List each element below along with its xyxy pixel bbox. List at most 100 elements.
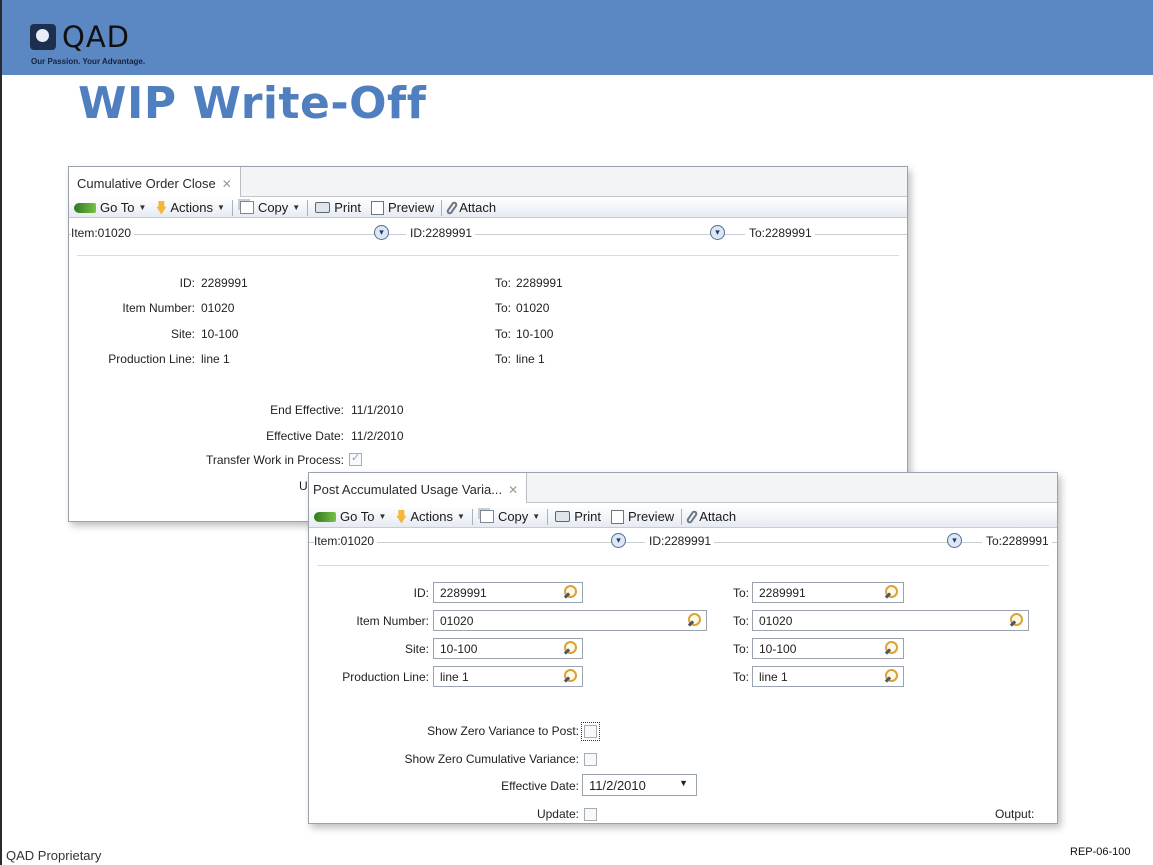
logo-tagline: Our Passion. Your Advantage. [31, 57, 146, 66]
effective-date-select[interactable]: 11/2/2010 ▼ [582, 774, 697, 796]
print-button[interactable]: Print [310, 200, 366, 215]
toolbar: Go To ▼ Actions ▼ Copy ▼ Print Preview A… [69, 198, 907, 218]
item-number-label: Item Number: [356, 614, 429, 628]
site-to-value: 10-100 [759, 642, 797, 656]
print-label: Print [334, 200, 361, 215]
lookup-magnifier-icon[interactable] [687, 613, 701, 627]
copy-label: Copy [257, 200, 289, 215]
preview-icon [610, 509, 624, 524]
site-from-input[interactable]: 10-100 [433, 638, 583, 659]
post-accumulated-usage-variance-window: Post Accumulated Usage Varia... ✕ Go To ▼… [308, 472, 1058, 824]
qad-logo-icon [30, 24, 56, 50]
item-number-from-input[interactable]: 01020 [433, 610, 707, 631]
item-number-label: Item Number: [122, 301, 195, 315]
filter-id: ID:2289991 [406, 226, 476, 240]
copy-button[interactable]: Copy ▼ [475, 509, 545, 524]
copy-icon [479, 510, 494, 523]
site-value: 10-100 [201, 327, 239, 341]
paperclip-icon [445, 200, 459, 215]
close-icon[interactable]: ✕ [222, 177, 232, 191]
actions-button[interactable]: Actions ▼ [391, 509, 470, 524]
output-label: Output: [995, 807, 1035, 821]
filter-summary-row: Item:01020 ▾ ID:2289991 ▾ To:2289991 [309, 533, 1057, 550]
printer-icon [555, 511, 571, 522]
id-to-input[interactable]: 2289991 [752, 582, 904, 603]
chevron-down-icon[interactable]: ▾ [374, 225, 389, 240]
production-line-from-input[interactable]: line 1 [433, 666, 583, 687]
filter-id: ID:2289991 [645, 534, 715, 548]
site-to-label: To: [494, 327, 511, 341]
site-to-input[interactable]: 10-100 [752, 638, 904, 659]
preview-label: Preview [627, 509, 675, 524]
cumulative-order-close-window: Cumulative Order Close ✕ Go To ▼ Actions … [68, 166, 908, 522]
header-band [2, 0, 1153, 75]
end-effective-label: End Effective: [270, 403, 344, 417]
goto-arrow-icon [314, 511, 336, 522]
lookup-magnifier-icon[interactable] [1009, 613, 1023, 627]
attach-button[interactable]: Attach [684, 509, 741, 524]
goto-button[interactable]: Go To ▼ [309, 509, 391, 524]
production-line-to-input[interactable]: line 1 [752, 666, 904, 687]
production-line-from-value: line 1 [440, 670, 469, 684]
id-label: ID: [179, 276, 195, 290]
dropdown-caret-icon: ▼ [378, 512, 387, 521]
dropdown-caret-icon: ▼ [457, 512, 465, 521]
actions-button[interactable]: Actions ▼ [151, 200, 230, 215]
lookup-magnifier-icon[interactable] [563, 669, 577, 683]
close-icon[interactable]: ✕ [508, 483, 518, 497]
id-from-value: 2289991 [440, 586, 487, 600]
preview-button[interactable]: Preview [606, 509, 679, 524]
show-zero-cumulative-checkbox[interactable] [584, 753, 597, 766]
preview-icon [370, 200, 384, 215]
preview-button[interactable]: Preview [366, 200, 439, 215]
transfer-wip-checkbox[interactable] [349, 451, 362, 466]
show-zero-variance-checkbox[interactable] [581, 722, 600, 741]
actions-icon [396, 509, 407, 524]
lookup-magnifier-icon[interactable] [563, 585, 577, 599]
dropdown-caret-icon: ▼ [532, 512, 541, 521]
actions-label: Actions [410, 509, 454, 524]
copy-icon [239, 201, 254, 214]
preview-label: Preview [387, 200, 435, 215]
show-zero-variance-label: Show Zero Variance to Post: [427, 724, 579, 738]
section-divider [317, 565, 1049, 566]
tab-post-accumulated-usage-variance[interactable]: Post Accumulated Usage Varia... ✕ [309, 473, 528, 503]
show-zero-cumulative-label: Show Zero Cumulative Variance: [404, 752, 579, 766]
chevron-down-icon[interactable]: ▾ [611, 533, 626, 548]
chevron-down-icon[interactable]: ▾ [947, 533, 962, 548]
id-to-label: To: [494, 276, 511, 290]
production-line-to-value: line 1 [516, 352, 545, 366]
lookup-magnifier-icon[interactable] [563, 641, 577, 655]
logo-name: QAD [62, 20, 130, 54]
site-label: Site: [404, 642, 429, 656]
footer-code: REP-06-100 [1070, 846, 1131, 858]
attach-button[interactable]: Attach [444, 200, 501, 215]
filter-to: To:2289991 [982, 534, 1052, 548]
print-label: Print [574, 509, 601, 524]
attach-label: Attach [459, 200, 497, 215]
production-line-to-value: line 1 [759, 670, 788, 684]
id-label: ID: [413, 586, 429, 600]
site-from-value: 10-100 [440, 642, 478, 656]
item-number-from-value: 01020 [440, 614, 474, 628]
lookup-magnifier-icon[interactable] [884, 669, 898, 683]
copy-button[interactable]: Copy ▼ [235, 200, 305, 215]
id-from-input[interactable]: 2289991 [433, 582, 583, 603]
lookup-magnifier-icon[interactable] [884, 641, 898, 655]
item-to-value: 01020 [516, 301, 550, 315]
site-to-value: 10-100 [516, 327, 554, 341]
tab-cumulative-order-close[interactable]: Cumulative Order Close ✕ [69, 167, 241, 197]
actions-label: Actions [170, 200, 214, 215]
goto-label: Go To [100, 200, 135, 215]
chevron-down-icon[interactable]: ▾ [710, 225, 725, 240]
production-line-to-label: To: [494, 352, 511, 366]
paperclip-icon [685, 509, 699, 524]
goto-button[interactable]: Go To ▼ [69, 200, 151, 215]
effective-date-value: 11/2/2010 [589, 778, 646, 793]
item-number-to-input[interactable]: 01020 [752, 610, 1029, 631]
print-button[interactable]: Print [550, 509, 606, 524]
lookup-magnifier-icon[interactable] [884, 585, 898, 599]
copy-label: Copy [497, 509, 529, 524]
update-checkbox[interactable] [584, 808, 597, 821]
effective-date-label: Effective Date: [266, 429, 344, 443]
